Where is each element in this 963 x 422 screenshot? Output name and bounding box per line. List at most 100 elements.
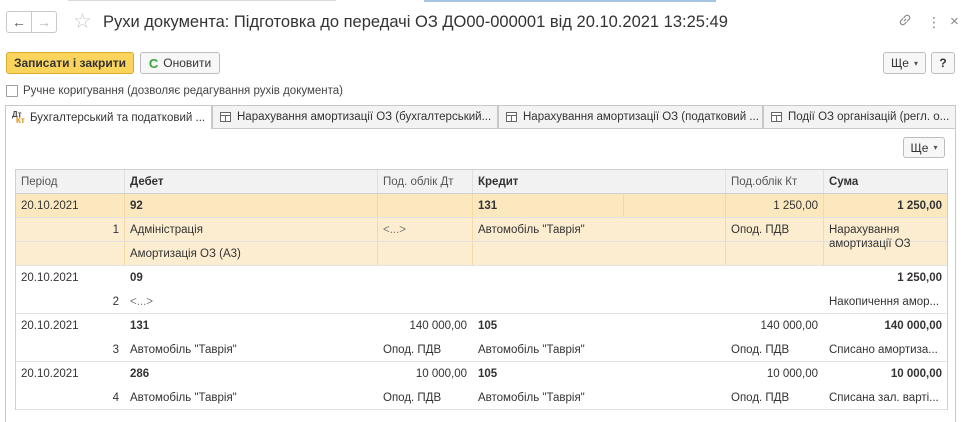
- tab-depreciation-tax[interactable]: Нарахування амортизації ОЗ (податковий .…: [498, 105, 763, 128]
- table-icon: [770, 111, 782, 123]
- kredit-cell[interactable]: 105: [473, 314, 726, 338]
- table-row-main[interactable]: 20.10.2021 92 131 1 250,00 1 250,00: [16, 194, 947, 218]
- period-cell[interactable]: 20.10.2021: [16, 362, 125, 386]
- refresh-button[interactable]: C Оновити: [140, 52, 220, 74]
- column-pod-dt[interactable]: Под. облік Дт: [378, 170, 473, 193]
- pod-dt-subconto[interactable]: <...>: [378, 218, 473, 241]
- amount-cell[interactable]: 140 000,00: [824, 314, 947, 338]
- table-row-sub1[interactable]: 2 <...> Накопичення амор...: [16, 290, 947, 314]
- pod-dt-cell[interactable]: [378, 194, 473, 217]
- empty-cell: [726, 242, 824, 265]
- refresh-icon: C: [148, 55, 159, 71]
- tab-label: Нарахування амортизації ОЗ (бухгалтерськ…: [237, 111, 492, 123]
- kredit-cell[interactable]: [473, 266, 726, 290]
- movements-table: Період Дебет Под. облік Дт Кредит Под.об…: [15, 169, 948, 410]
- debet-cell[interactable]: 92: [125, 194, 378, 217]
- table-row-sub1[interactable]: 3 Автомобіль "Таврія" Опод. ПДВ Автомобі…: [16, 338, 947, 362]
- column-kredit[interactable]: Кредит: [473, 170, 726, 193]
- command-bar: Записати і закрити C Оновити Ще ▾ ?: [0, 52, 963, 76]
- column-period[interactable]: Період: [16, 170, 125, 193]
- amount-cell[interactable]: 1 250,00: [824, 194, 947, 217]
- table-row-sub2[interactable]: Амортизація ОЗ (А3): [16, 242, 947, 266]
- tab-asset-events[interactable]: Події ОЗ організацій (регл. о...: [763, 105, 956, 128]
- content-cell[interactable]: Списано амортиза...: [824, 338, 947, 361]
- more-actions-icon[interactable]: ⋮: [927, 12, 941, 32]
- pod-dt-subconto[interactable]: Опод. ПДВ: [378, 338, 473, 361]
- kredit-cell[interactable]: 131: [473, 194, 726, 217]
- debet-subconto-1[interactable]: Адміністрація: [125, 218, 378, 241]
- column-suma[interactable]: Сума: [824, 170, 947, 193]
- accounting-register-icon: Дт Кт: [12, 109, 25, 125]
- page-title: Рухи документа: Підготовка до передачі О…: [103, 13, 728, 31]
- line-number-cell: 1: [16, 218, 125, 241]
- help-button[interactable]: ?: [931, 52, 955, 74]
- debet-cell[interactable]: 131: [125, 314, 378, 338]
- manual-edit-checkbox[interactable]: [6, 85, 18, 97]
- column-debet[interactable]: Дебет: [125, 170, 378, 193]
- table-row[interactable]: 20.10.2021 131 140 000,00 105 140 000,00…: [16, 314, 947, 338]
- refresh-label: Оновити: [163, 56, 212, 70]
- table-more-button[interactable]: Ще ▾: [903, 137, 945, 158]
- pod-kt-subconto[interactable]: Опод. ПДВ: [726, 338, 824, 361]
- amount-cell[interactable]: 10 000,00: [824, 362, 947, 386]
- content-text: Списана зал. варті...: [829, 391, 939, 404]
- table-row-sub1[interactable]: 4 Автомобіль "Таврія" Опод. ПДВ Автомобі…: [16, 386, 947, 410]
- kredit-subconto-1[interactable]: Автомобіль "Таврія": [473, 386, 726, 409]
- chevron-down-icon: ▾: [933, 143, 938, 152]
- period-cell[interactable]: 20.10.2021: [16, 194, 125, 217]
- content-text: Накопичення амор...: [829, 295, 940, 308]
- table-row[interactable]: 20.10.2021 09 1 250,00: [16, 266, 947, 290]
- close-icon[interactable]: ×: [950, 12, 959, 32]
- pod-kt-subconto[interactable]: [726, 290, 824, 313]
- column-pod-kt[interactable]: Под.облік Кт: [726, 170, 824, 193]
- tab-label: Нарахування амортизації ОЗ (податковий .…: [523, 111, 759, 123]
- content-cell[interactable]: Списана зал. варті...: [824, 386, 947, 409]
- chevron-down-icon: ▾: [913, 58, 918, 68]
- pod-kt-cell[interactable]: 10 000,00: [726, 362, 824, 386]
- table-icon: [219, 111, 231, 123]
- back-button[interactable]: ←: [6, 11, 32, 33]
- favorite-star-icon[interactable]: ☆: [73, 9, 92, 35]
- save-and-close-button[interactable]: Записати і закрити: [6, 52, 134, 74]
- top-border-left: [68, 0, 336, 1]
- debet-subconto-1[interactable]: Автомобіль "Таврія": [125, 386, 378, 409]
- debet-cell[interactable]: 286: [125, 362, 378, 386]
- tab-label: Події ОЗ організацій (регл. о...: [788, 111, 950, 123]
- pod-kt-cell[interactable]: 1 250,00: [726, 194, 824, 217]
- pod-kt-subconto[interactable]: Опод. ПДВ: [726, 386, 824, 409]
- period-cell[interactable]: 20.10.2021: [16, 314, 125, 338]
- table-row[interactable]: 20.10.2021 286 10 000,00 105 10 000,00 1…: [16, 362, 947, 386]
- link-icon[interactable]: [898, 12, 912, 32]
- debet-subconto-1[interactable]: <...>: [125, 290, 378, 313]
- empty-cell: [473, 242, 726, 265]
- period-cell[interactable]: 20.10.2021: [16, 266, 125, 290]
- amount-cell[interactable]: 1 250,00: [824, 266, 947, 290]
- manual-edit-option[interactable]: Ручне коригування (дозволяє редагування …: [6, 83, 343, 99]
- kredit-subconto-1[interactable]: Автомобіль "Таврія": [473, 218, 726, 241]
- kredit-cell[interactable]: 105: [473, 362, 726, 386]
- tab-accounting-tax[interactable]: Дт Кт Бухгалтерський та податковий ...: [5, 105, 212, 129]
- pod-dt-cell[interactable]: 140 000,00: [378, 314, 473, 338]
- divider: [623, 194, 624, 217]
- pod-kt-cell[interactable]: [726, 266, 824, 290]
- pod-dt-subconto[interactable]: Опод. ПДВ: [378, 386, 473, 409]
- pod-dt-subconto[interactable]: [378, 290, 473, 313]
- table-row-sub1[interactable]: 1 Адміністрація <...> Автомобіль "Таврія…: [16, 218, 947, 242]
- pod-kt-subconto[interactable]: Опод. ПДВ: [726, 218, 824, 241]
- more-button[interactable]: Ще ▾: [883, 52, 926, 74]
- forward-button[interactable]: →: [31, 11, 57, 33]
- pod-dt-cell[interactable]: [378, 266, 473, 290]
- debet-subconto-1[interactable]: Автомобіль "Таврія": [125, 338, 378, 361]
- kredit-subconto-1[interactable]: Автомобіль "Таврія": [473, 338, 726, 361]
- content-text: Списано амортиза...: [829, 343, 938, 356]
- content-cell[interactable]: Нарахування амортизації ОЗ: [824, 218, 947, 266]
- window-header: ← → ☆ Рухи документа: Підготовка до пере…: [0, 8, 963, 38]
- content-cell[interactable]: Накопичення амор...: [824, 290, 947, 313]
- pod-kt-cell[interactable]: 140 000,00: [726, 314, 824, 338]
- debet-subconto-2[interactable]: Амортизація ОЗ (А3): [125, 242, 378, 265]
- table-row[interactable]: 20.10.2021 92 131 1 250,00 1 250,00 1 Ад…: [16, 194, 947, 266]
- debet-cell[interactable]: 09: [125, 266, 378, 290]
- tab-depreciation-accounting[interactable]: Нарахування амортизації ОЗ (бухгалтерськ…: [212, 105, 498, 128]
- kredit-subconto-1[interactable]: [473, 290, 726, 313]
- pod-dt-cell[interactable]: 10 000,00: [378, 362, 473, 386]
